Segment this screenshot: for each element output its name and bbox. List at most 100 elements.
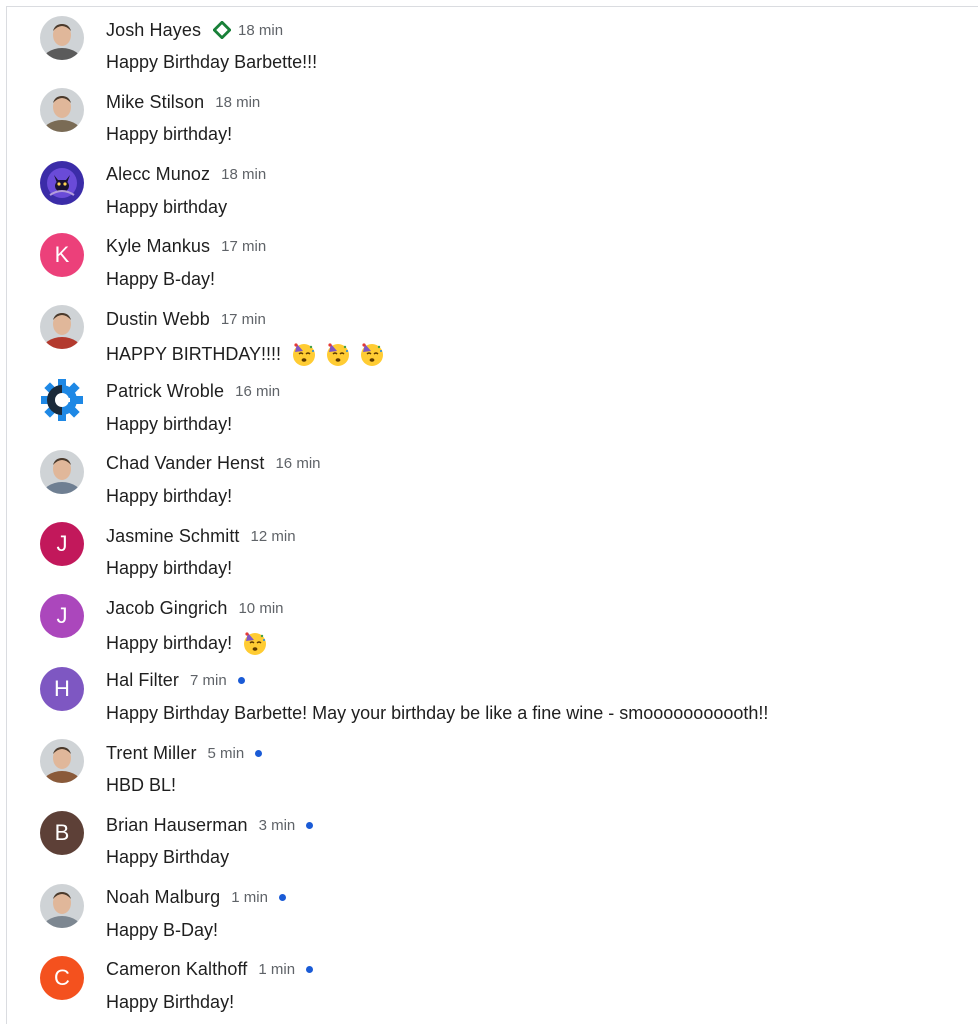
message-item[interactable]: Josh Hayes 18 min Happy Birthday Barbette!… — [0, 16, 978, 88]
message-header: Mike Stilson 18 min — [106, 90, 260, 114]
message-item[interactable]: J Jasmine Schmitt 12 min Happy birthday! — [0, 522, 978, 594]
sender-name[interactable]: Patrick Wroble — [106, 381, 224, 402]
message-body: Happy B-Day! — [106, 919, 219, 940]
message-body: Happy birthday — [106, 196, 228, 217]
avatar[interactable]: B — [40, 811, 84, 856]
sender-name[interactable]: Kyle Mankus — [106, 236, 210, 257]
timestamp: 18 min — [215, 93, 261, 111]
message-item[interactable]: J Jacob Gingrich 10 min Happy birthday! — [0, 594, 978, 666]
message-text: Happy birthday! — [106, 124, 232, 145]
message-item[interactable]: Noah Malburg 1 min Happy B-Day! — [0, 883, 978, 956]
diamond-icon — [212, 20, 232, 40]
message-item[interactable]: C Cameron Kalthoff 1 min Happy Birthday! — [0, 955, 978, 1028]
unread-dot-icon — [255, 749, 263, 757]
message-header: Dustin Webb 17 min — [106, 307, 266, 331]
sender-name[interactable]: Mike Stilson — [106, 92, 204, 113]
message-body: Happy Birthday! — [106, 991, 235, 1012]
sender-name[interactable]: Noah Malburg — [106, 887, 220, 908]
message-item[interactable]: Chad Vander Henst 16 min Happy birthday! — [0, 449, 978, 522]
avatar[interactable] — [40, 377, 84, 422]
message-item[interactable]: Mike Stilson 18 min Happy birthday! — [0, 88, 978, 160]
message-item[interactable]: H Hal Filter 7 min Happy Birthday Barbette!… — [0, 666, 978, 739]
timestamp: 16 min — [275, 455, 321, 473]
message-body: Happy birthday! — [106, 485, 233, 506]
timestamp: 3 min — [258, 816, 296, 834]
timestamp: 12 min — [250, 527, 296, 545]
partying-face-emoji-icon — [359, 341, 385, 367]
message-item[interactable]: Trent Miller 5 min HBD BL! — [0, 739, 978, 811]
sender-name[interactable]: Hal Filter — [106, 670, 179, 691]
unread-dot-icon — [306, 821, 314, 829]
message-text: Happy Birthday — [106, 847, 229, 868]
message-item[interactable]: Patrick Wroble 16 min Happy birthday! — [0, 377, 978, 450]
message-item[interactable]: Dustin Webb 17 min HAPPY BIRTHDAY!!!! — [0, 305, 978, 377]
message-body: Happy Birthday Barbette!!! — [106, 52, 318, 72]
avatar[interactable] — [40, 88, 84, 133]
timestamp: 18 min — [221, 166, 267, 184]
message-header: Jacob Gingrich 10 min — [106, 596, 284, 620]
message-header: Jasmine Schmitt 12 min — [106, 524, 296, 548]
sender-name[interactable]: Trent Miller — [106, 743, 197, 764]
message-header: Trent Miller 5 min — [106, 741, 263, 765]
message-header: Brian Hauserman 3 min — [106, 813, 314, 837]
message-text: Happy Birthday! — [106, 992, 234, 1013]
message-item[interactable]: Alecc Munoz 18 min Happy birthday — [0, 160, 978, 233]
avatar[interactable] — [40, 739, 84, 783]
sender-name[interactable]: Dustin Webb — [106, 309, 210, 330]
unread-dot-icon — [306, 966, 314, 974]
avatar[interactable]: K — [40, 232, 84, 277]
timestamp: 17 min — [220, 310, 266, 328]
avatar[interactable] — [40, 883, 84, 928]
message-header: Hal Filter 7 min — [106, 669, 245, 693]
message-body: Happy Birthday — [106, 847, 230, 868]
message-header: Patrick Wroble 16 min — [106, 380, 280, 404]
message-body: Happy birthday! — [106, 124, 233, 145]
timestamp: 5 min — [207, 744, 245, 762]
message-text: Happy birthday — [106, 197, 227, 218]
message-header: Alecc Munoz 18 min — [106, 163, 266, 187]
avatar[interactable]: H — [40, 666, 84, 711]
sender-name[interactable]: Cameron Kalthoff — [106, 959, 247, 980]
message-header: Noah Malburg 1 min — [106, 886, 286, 910]
timestamp: 18 min — [238, 21, 284, 39]
sender-name[interactable]: Jasmine Schmitt — [106, 526, 240, 547]
message-body: HBD BL! — [106, 775, 177, 795]
message-text: Happy B-day! — [106, 269, 215, 290]
message-body: Happy birthday! — [106, 632, 233, 653]
sender-name[interactable]: Jacob Gingrich — [106, 598, 227, 619]
avatar[interactable]: J — [40, 594, 84, 639]
avatar[interactable]: C — [40, 955, 84, 1000]
sender-name[interactable]: Chad Vander Henst — [106, 453, 264, 474]
timestamp: 1 min — [231, 889, 268, 907]
avatar[interactable] — [40, 16, 84, 60]
message-text: HAPPY BIRTHDAY!!!! — [106, 341, 385, 367]
timestamp: 1 min — [258, 961, 296, 979]
message-header: Chad Vander Henst 16 min — [106, 452, 321, 476]
message-item[interactable]: B Brian Hauserman 3 min Happy Birthday — [0, 811, 978, 883]
message-header: Cameron Kalthoff 1 min — [106, 958, 314, 982]
message-item[interactable]: K Kyle Mankus 17 min Happy B-day! — [0, 232, 978, 305]
message-header: Kyle Mankus 17 min — [106, 235, 266, 259]
avatar[interactable] — [40, 449, 84, 494]
partying-face-emoji-icon — [291, 341, 317, 367]
timestamp: 16 min — [235, 383, 281, 400]
message-text: Happy birthday! — [106, 414, 232, 435]
message-body: Happy Birthday Barbette! May your birthd… — [106, 702, 769, 723]
timestamp: 17 min — [221, 238, 267, 256]
message-body: Happy birthday! — [106, 558, 233, 579]
message-body: HAPPY BIRTHDAY!!!! — [106, 343, 282, 364]
avatar[interactable]: J — [40, 522, 84, 567]
avatar[interactable] — [40, 160, 84, 205]
sender-name[interactable]: Josh Hayes — [106, 20, 201, 41]
sender-name[interactable]: Alecc Munoz — [106, 164, 210, 185]
message-text: Happy birthday! — [106, 558, 232, 579]
message-text: Happy birthday! — [106, 486, 232, 507]
avatar[interactable] — [40, 305, 84, 350]
message-text: Happy B-Day! — [106, 920, 218, 941]
partying-face-emoji-icon — [242, 630, 268, 656]
message-header: Josh Hayes 18 min — [106, 18, 283, 42]
message-body: Happy B-day! — [106, 268, 216, 289]
message-body: Happy birthday! — [106, 413, 233, 434]
sender-name[interactable]: Brian Hauserman — [106, 815, 248, 836]
partying-face-emoji-icon — [325, 341, 351, 367]
